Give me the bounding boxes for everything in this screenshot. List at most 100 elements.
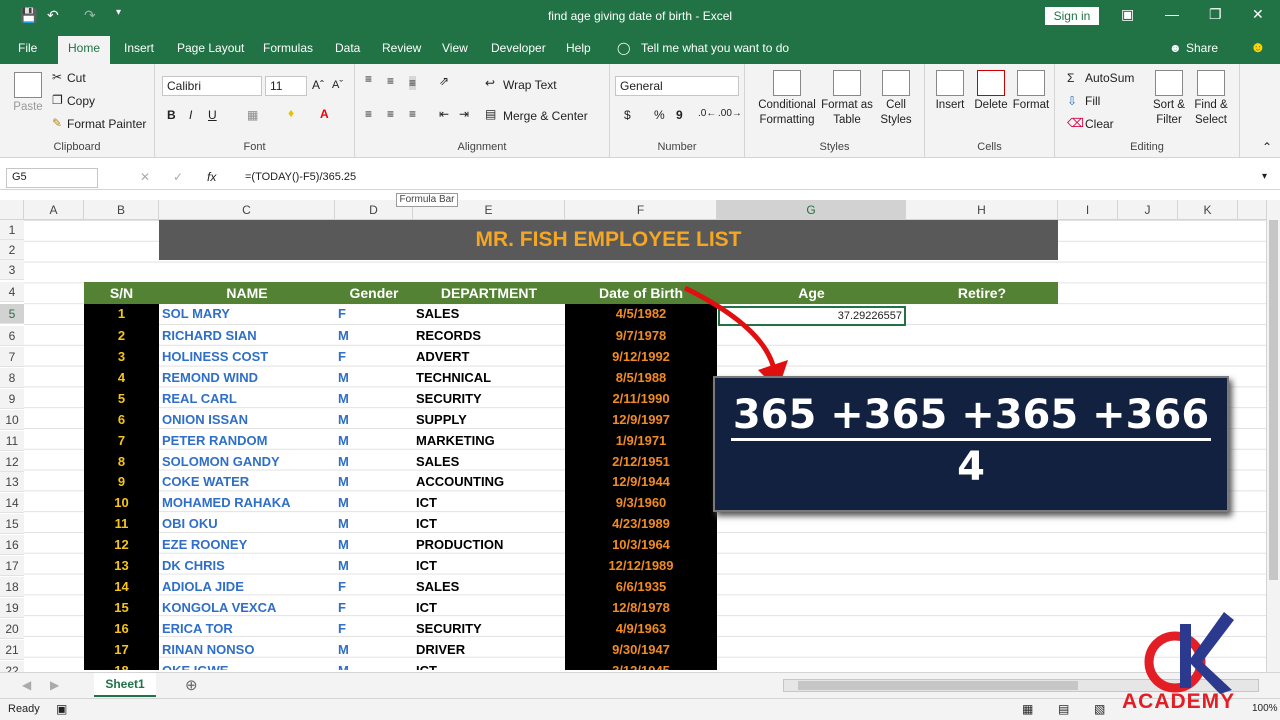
close-icon[interactable]: ✕ xyxy=(1252,6,1264,23)
sn-cell[interactable]: 7 xyxy=(84,431,159,451)
department-cell[interactable]: SALES xyxy=(416,452,565,472)
department-cell[interactable]: SUPPLY xyxy=(416,410,565,430)
macro-record-icon[interactable]: ▣ xyxy=(56,702,67,716)
tab-insert[interactable]: Insert xyxy=(124,41,154,55)
row-header[interactable]: 13 xyxy=(0,472,24,492)
align-top-icon[interactable]: ≡ xyxy=(365,72,372,86)
sn-cell[interactable]: 14 xyxy=(84,577,159,597)
tab-data[interactable]: Data xyxy=(335,41,360,55)
tab-file[interactable]: File xyxy=(18,41,37,55)
conditional-formatting-button[interactable]: Conditional Formatting xyxy=(755,70,819,128)
sn-cell[interactable]: 10 xyxy=(84,493,159,513)
name-cell[interactable]: ONION ISSAN xyxy=(162,410,335,430)
department-cell[interactable]: ICT xyxy=(416,661,565,670)
row-header[interactable]: 12 xyxy=(0,452,24,472)
department-cell[interactable]: ICT xyxy=(416,556,565,576)
tab-view[interactable]: View xyxy=(442,41,468,55)
clear-icon[interactable]: ⌫ xyxy=(1067,116,1084,130)
gender-cell[interactable]: M xyxy=(338,514,413,534)
minimize-icon[interactable]: — xyxy=(1165,6,1179,22)
next-sheet-icon[interactable]: ▶ xyxy=(50,678,59,692)
sn-cell[interactable]: 13 xyxy=(84,556,159,576)
dob-cell[interactable]: 1/9/1971 xyxy=(565,431,717,451)
vertical-scrollbar[interactable] xyxy=(1266,200,1280,672)
gender-cell[interactable]: M xyxy=(338,661,413,670)
currency-button[interactable]: $ xyxy=(624,108,631,122)
tab-review[interactable]: Review xyxy=(382,41,421,55)
dob-cell[interactable]: 4/9/1963 xyxy=(565,619,717,639)
gender-cell[interactable]: M xyxy=(338,326,413,346)
align-bottom-icon[interactable]: ≡ xyxy=(409,76,417,90)
row-header[interactable]: 16 xyxy=(0,535,24,555)
wrap-text-button[interactable]: Wrap Text xyxy=(503,78,557,92)
name-cell[interactable]: KONGOLA VEXCA xyxy=(162,598,335,618)
select-all-corner[interactable] xyxy=(0,200,24,220)
gender-cell[interactable]: F xyxy=(338,619,413,639)
department-cell[interactable]: ICT xyxy=(416,598,565,618)
sn-cell[interactable]: 17 xyxy=(84,640,159,660)
sn-cell[interactable]: 16 xyxy=(84,619,159,639)
column-header[interactable]: C xyxy=(159,200,335,220)
grow-font-icon[interactable]: Aˆ xyxy=(312,78,324,92)
department-cell[interactable]: DRIVER xyxy=(416,640,565,660)
gender-cell[interactable]: F xyxy=(338,577,413,597)
gender-cell[interactable]: M xyxy=(338,535,413,555)
add-sheet-icon[interactable]: ⊕ xyxy=(185,676,198,694)
name-cell[interactable]: COKE WATER xyxy=(162,472,335,492)
sn-cell[interactable]: 11 xyxy=(84,514,159,534)
decrease-indent-icon[interactable]: ⇤ xyxy=(439,107,449,121)
merge-center-button[interactable]: Merge & Center xyxy=(503,109,588,123)
dob-cell[interactable]: 12/8/1978 xyxy=(565,598,717,618)
column-header[interactable]: A xyxy=(24,200,84,220)
row-header[interactable]: 3 xyxy=(0,260,24,280)
gender-cell[interactable]: M xyxy=(338,389,413,409)
table-header-cell[interactable]: Gender xyxy=(335,282,413,304)
tell-me-box[interactable]: Tell me what you want to do xyxy=(641,41,789,55)
table-header-cell[interactable]: S/N xyxy=(84,282,159,304)
gender-cell[interactable]: M xyxy=(338,556,413,576)
align-left-icon[interactable]: ≡ xyxy=(365,107,372,121)
bold-button[interactable]: B xyxy=(167,108,176,122)
dob-cell[interactable]: 4/23/1989 xyxy=(565,514,717,534)
sn-cell[interactable]: 3 xyxy=(84,347,159,367)
sort-filter-button[interactable]: Sort & Filter xyxy=(1150,70,1188,128)
align-middle-icon[interactable]: ≡ xyxy=(387,74,394,88)
dob-cell[interactable]: 10/3/1964 xyxy=(565,535,717,555)
format-as-table-button[interactable]: Format as Table xyxy=(821,70,873,128)
name-box[interactable]: G5 xyxy=(6,168,98,188)
sheet-tab-sheet1[interactable]: Sheet1 xyxy=(94,673,156,697)
department-cell[interactable]: MARKETING xyxy=(416,431,565,451)
cancel-icon[interactable]: ✕ xyxy=(140,170,150,184)
column-header[interactable]: B xyxy=(84,200,159,220)
autosum-icon[interactable]: Σ xyxy=(1067,71,1074,85)
normal-view-icon[interactable]: ▦ xyxy=(1022,702,1033,716)
name-cell[interactable]: ERICA TOR xyxy=(162,619,335,639)
gender-cell[interactable]: F xyxy=(338,304,413,324)
column-header[interactable]: K xyxy=(1178,200,1238,220)
format-button[interactable]: Format xyxy=(1011,70,1051,113)
name-cell[interactable]: EZE ROONEY xyxy=(162,535,335,555)
name-cell[interactable]: REMOND WIND xyxy=(162,368,335,388)
column-header[interactable]: G xyxy=(717,200,906,220)
merge-icon[interactable]: ▤ xyxy=(485,107,496,121)
autosum-button[interactable]: AutoSum xyxy=(1085,71,1134,85)
increase-indent-icon[interactable]: ⇥ xyxy=(459,107,469,121)
dob-cell[interactable]: 12/9/1997 xyxy=(565,410,717,430)
column-header[interactable]: F xyxy=(565,200,717,220)
name-cell[interactable]: PETER RANDOM xyxy=(162,431,335,451)
sn-cell[interactable]: 1 xyxy=(84,304,159,324)
horizontal-scroll-thumb[interactable] xyxy=(798,681,1078,690)
maximize-icon[interactable]: ❐ xyxy=(1209,6,1222,23)
name-cell[interactable]: HOLINESS COST xyxy=(162,347,335,367)
row-header[interactable]: 19 xyxy=(0,598,24,618)
dob-cell[interactable]: 12/12/1989 xyxy=(565,556,717,576)
name-cell[interactable]: REAL CARL xyxy=(162,389,335,409)
font-name-select[interactable]: Calibri xyxy=(162,76,262,96)
share-button[interactable]: Share xyxy=(1186,41,1218,55)
delete-button[interactable]: Delete xyxy=(971,70,1011,113)
name-cell[interactable]: MOHAMED RAHAKA xyxy=(162,493,335,513)
name-cell[interactable]: OBI OKU xyxy=(162,514,335,534)
department-cell[interactable]: ACCOUNTING xyxy=(416,472,565,492)
orientation-icon[interactable]: ⇗ xyxy=(439,74,449,88)
dob-cell[interactable]: 9/3/1960 xyxy=(565,493,717,513)
